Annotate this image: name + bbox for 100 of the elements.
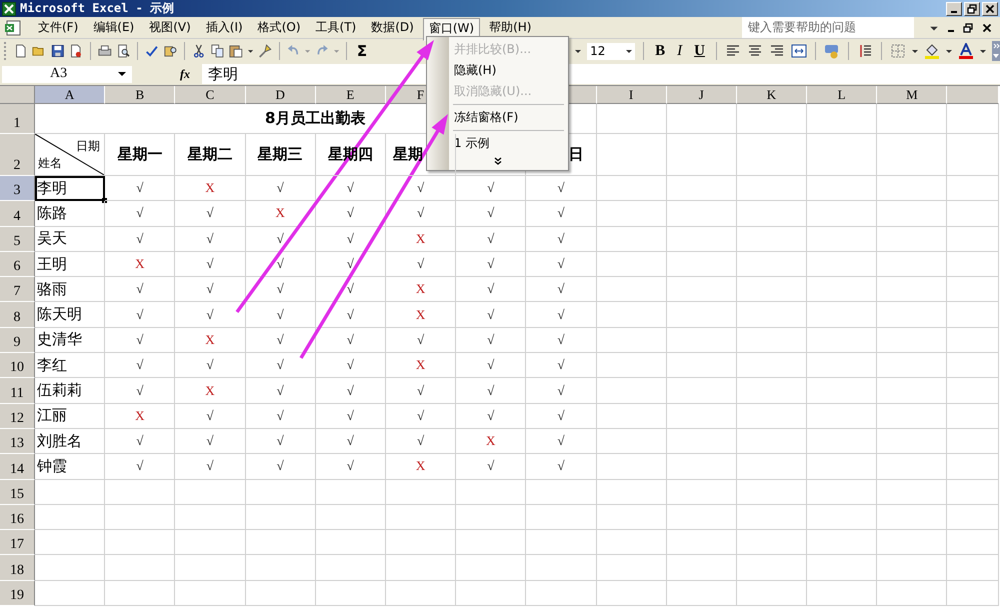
paste-icon[interactable] [229,43,243,59]
column-header[interactable]: D [246,86,316,104]
row-header[interactable]: 5 [0,226,35,252]
column-header[interactable]: E [316,86,386,104]
toolbar-options-icon[interactable] [992,41,1000,61]
row-header[interactable]: 18 [0,555,35,581]
column-header[interactable]: L [807,86,878,104]
row-header[interactable]: 12 [0,404,35,429]
name-cell[interactable]: 李红 [35,353,106,378]
attendance-mark: √ [456,277,526,302]
menu-item[interactable]: 插入(I) [200,17,249,38]
attendance-mark: √ [456,176,526,202]
row-header[interactable]: 9 [0,328,35,354]
attendance-mark: √ [526,328,596,354]
name-cell[interactable]: 陈天明 [35,302,106,328]
column-header[interactable]: M [877,86,948,104]
name-cell[interactable]: 史清华 [35,328,106,354]
row-header[interactable]: 16 [0,504,35,530]
autosum-button[interactable]: Σ [354,42,370,60]
save-icon[interactable] [50,43,64,59]
dropdown-arrow-icon[interactable] [980,48,986,54]
font-size-field[interactable]: 12 [587,42,636,60]
row-header[interactable]: 14 [0,454,35,480]
borders-icon[interactable] [890,43,906,59]
name-cell[interactable]: 江丽 [35,404,106,429]
restore-button[interactable] [964,2,980,16]
row-header[interactable]: 11 [0,378,35,404]
name-cell[interactable]: 李明 [35,176,106,202]
attendance-mark: √ [526,378,596,404]
menu-option[interactable]: 冻结窗格(F) [427,107,568,128]
insert-function-button[interactable]: fx [176,66,194,82]
name-cell[interactable]: 钟霞 [35,454,106,480]
row-header[interactable]: 13 [0,428,35,454]
menu-item[interactable]: 工具(T) [310,17,362,38]
column-header[interactable]: K [736,86,808,104]
name-box[interactable]: A3 [2,66,132,82]
dropdown-arrow-icon[interactable] [626,48,632,54]
dropdown-arrow-icon[interactable] [946,48,952,54]
menu-item[interactable]: 数据(D) [365,17,420,38]
fill-color-icon[interactable] [924,43,940,59]
row-header[interactable]: 6 [0,252,35,278]
italic-button[interactable]: I [674,42,686,60]
row-header[interactable]: 19 [0,580,35,606]
dropdown-arrow-icon[interactable] [575,48,582,54]
row-header[interactable]: 10 [0,353,35,378]
close-button[interactable] [982,2,998,16]
print-preview-icon[interactable] [116,43,130,59]
column-header[interactable]: B [105,86,176,104]
name-cell[interactable]: 吴天 [35,226,106,252]
row-header[interactable]: 2 [0,134,35,176]
row-header[interactable]: 8 [0,302,35,328]
column-header[interactable]: I [596,86,667,104]
expand-menu-icon[interactable] [494,157,502,165]
attendance-mark: √ [105,378,176,404]
dropdown-arrow-icon[interactable] [118,70,126,78]
row-header[interactable]: 17 [0,530,35,556]
dropdown-arrow-icon[interactable] [912,48,918,54]
name-cell[interactable]: 刘胜名 [35,428,106,454]
underline-button[interactable]: U [691,42,708,60]
close-icon[interactable] [982,22,992,32]
menu-item[interactable]: 编辑(E) [87,17,140,38]
attendance-mark: √ [526,428,596,454]
row-header[interactable]: 15 [0,480,35,505]
menu-item[interactable]: 文件(F) [32,17,84,38]
attendance-mark: √ [175,201,246,227]
format-painter-icon[interactable] [258,43,272,59]
copy-icon[interactable] [210,43,224,59]
menu-item[interactable]: 格式(O) [252,17,307,38]
row-header[interactable]: 4 [0,201,35,227]
name-cell[interactable]: 王明 [35,252,106,278]
attendance-mark: X [386,454,456,480]
name-cell[interactable]: 陈路 [35,201,106,227]
row-header[interactable]: 3 [0,176,35,202]
minimize-button[interactable] [946,2,962,16]
currency-icon[interactable] [824,43,840,59]
permission-icon[interactable] [69,43,84,59]
cut-icon[interactable] [192,43,206,59]
spelling-icon[interactable] [144,43,159,59]
name-cell[interactable]: 伍莉莉 [35,378,106,404]
minimize-icon[interactable] [948,30,954,32]
dropdown-arrow-icon[interactable] [248,48,254,54]
row-header[interactable]: 1 [0,104,35,134]
window-title: Microsoft Excel - 示例 [20,0,174,17]
new-document-icon[interactable] [14,43,28,59]
workbook-icon[interactable] [4,20,22,36]
column-header[interactable]: C [175,86,246,104]
help-search-field[interactable]: 键入需要帮助的问题 [742,17,914,38]
merge-center-icon[interactable] [790,43,807,59]
column-header[interactable]: J [666,86,737,104]
menu-item[interactable]: 帮助(H) [483,17,538,38]
column-header[interactable] [947,86,1000,104]
bold-button[interactable]: B [652,42,668,60]
attendance-mark: √ [175,353,246,378]
attendance-mark: √ [246,404,316,429]
menu-item[interactable]: 视图(V) [143,17,197,38]
name-cell[interactable]: 骆雨 [35,277,106,302]
column-header[interactable]: A [35,86,106,104]
font-color-icon[interactable] [958,43,974,59]
row-header[interactable]: 7 [0,277,35,302]
attendance-mark: √ [526,176,596,202]
